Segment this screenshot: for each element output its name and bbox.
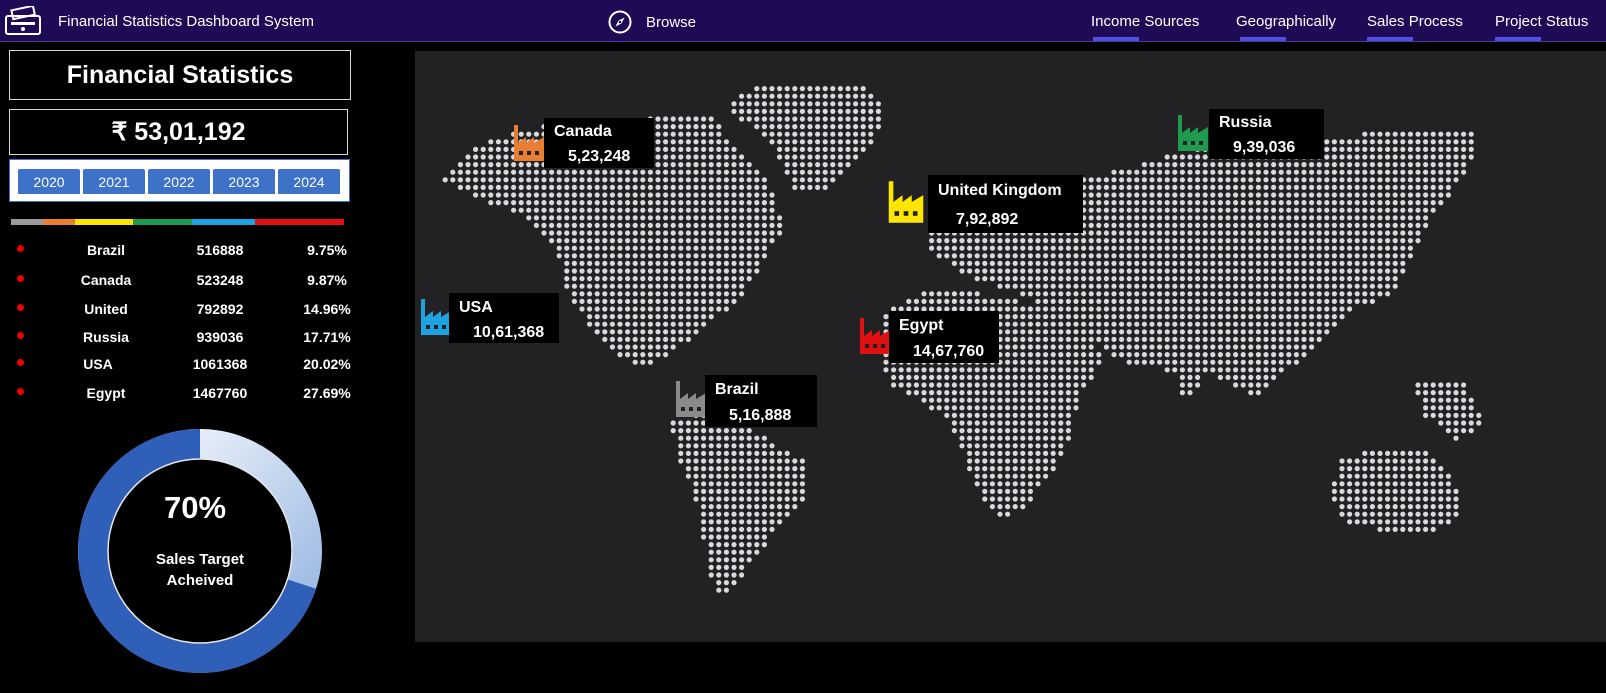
color-segment-green (133, 219, 192, 225)
year-filter: 2020 2021 2022 2023 2024 (9, 159, 350, 202)
country-name: Canada (80, 272, 132, 288)
bullet-dot (17, 245, 24, 252)
map-label-value: 5,16,888 (729, 407, 792, 424)
map-label-name: Canada (554, 123, 612, 140)
country-value: 523248 (196, 272, 244, 288)
country-row: Brazil 516888 9.75% (0, 242, 360, 262)
factory-shape (1178, 115, 1208, 151)
factory-icon-brazil (676, 381, 706, 417)
country-percent: 17.71% (303, 329, 351, 345)
color-legend-bar (11, 219, 344, 225)
country-row: Canada 523248 9.87% (0, 272, 360, 292)
nav-project-status[interactable]: Project Status (1495, 13, 1588, 30)
country-value: 1467760 (192, 385, 248, 401)
total-amount: ₹ 53,01,192 (9, 109, 348, 155)
map-label-value: 9,39,036 (1233, 139, 1296, 156)
factory-icon-canada (514, 125, 544, 161)
map-label-value: 10,61,368 (473, 324, 545, 341)
sales-target-label-line2: Acheived (166, 572, 234, 589)
country-name: Brazil (86, 242, 126, 258)
bullet-dot (17, 275, 24, 282)
bullet-dot (17, 359, 24, 366)
map-label-value: 14,67,760 (913, 343, 985, 360)
map-label-usa: USA 10,61,368 (449, 293, 559, 343)
factory-shape (676, 381, 706, 417)
nav-geographically-underline (1240, 37, 1286, 41)
sales-target-percent: 70% (163, 490, 227, 525)
factory-shape (421, 299, 451, 335)
factory-icon-united-kingdom (888, 181, 924, 223)
country-percent: 9.87% (307, 272, 347, 288)
map-label-value: 7,92,892 (956, 211, 1019, 228)
map-label-name: Russia (1219, 114, 1272, 131)
bullet-dot (17, 388, 24, 395)
year-button-2021[interactable]: 2021 (83, 169, 145, 194)
color-segment-blue (191, 219, 255, 225)
year-button-2024[interactable]: 2024 (278, 169, 340, 194)
nav-geographically[interactable]: Geographically (1236, 13, 1336, 30)
nav-sales-process[interactable]: Sales Process (1367, 13, 1463, 30)
factory-shape (514, 125, 544, 161)
country-percent: 14.96% (303, 301, 351, 317)
country-value: 516888 (196, 242, 244, 258)
country-value: 792892 (196, 301, 244, 317)
year-button-2020[interactable]: 2020 (18, 169, 80, 194)
factory-shape (888, 181, 924, 223)
bullet-dot (17, 304, 24, 311)
factory-icon-russia (1178, 115, 1208, 151)
country-name: Russia (83, 329, 129, 345)
map-label-value: 5,23,248 (568, 148, 631, 165)
color-segment-red (254, 219, 344, 225)
country-percent: 9.75% (307, 242, 347, 258)
app-title: Financial Statistics Dashboard System (58, 13, 314, 30)
country-value: 939036 (196, 329, 244, 345)
map-label-name: United Kingdom (938, 182, 1062, 199)
map-label-name: USA (459, 299, 493, 316)
nav-income-sources-underline (1093, 37, 1139, 41)
nav-project-status-underline (1495, 37, 1541, 41)
dashboard-title: Financial Statistics (9, 50, 351, 100)
country-row: United 792892 14.96% (0, 301, 360, 321)
map-label-canada: Canada 5,23,248 (544, 118, 654, 168)
world-map-panel: Canada 5,23,248 Russia 9,39,036 United K… (415, 51, 1606, 642)
country-row: Egypt 1467760 27.69% (0, 385, 360, 405)
color-segment-gray (11, 219, 44, 225)
browse-button[interactable]: Browse (608, 10, 696, 34)
browse-label: Browse (646, 13, 697, 31)
map-label-russia: Russia 9,39,036 (1209, 109, 1324, 159)
bullet-dot (17, 332, 24, 339)
nav-sales-process-underline (1367, 37, 1413, 41)
map-label-name: Brazil (715, 381, 759, 398)
map-label-name: Egypt (899, 317, 944, 334)
country-row: USA 1061368 20.02% (0, 356, 360, 376)
country-name: United (84, 301, 128, 317)
country-name: USA (83, 356, 113, 372)
nav-income-sources[interactable]: Income Sources (1091, 13, 1199, 30)
factory-icon-egypt (860, 318, 890, 354)
color-segment-orange (43, 219, 76, 225)
year-button-2022[interactable]: 2022 (148, 169, 210, 194)
country-row: Russia 939036 17.71% (0, 329, 360, 349)
country-name: Egypt (86, 385, 126, 401)
map-label-united-kingdom: United Kingdom 7,92,892 (928, 175, 1083, 233)
compass-icon (608, 10, 632, 34)
country-percent: 20.02% (303, 356, 351, 372)
country-value: 1061368 (192, 356, 248, 372)
map-label-brazil: Brazil 5,16,888 (705, 375, 817, 427)
color-segment-yellow (75, 219, 134, 225)
cash-register-icon (5, 6, 41, 35)
sales-target-label: Sales Target Acheived (140, 549, 260, 591)
factory-shape (860, 318, 890, 354)
country-percent: 27.69% (303, 385, 351, 401)
top-navigation-bar: Financial Statistics Dashboard System Br… (0, 0, 1606, 42)
sales-target-label-line1: Sales Target (155, 551, 245, 568)
factory-icon-usa (421, 299, 451, 335)
year-button-2023[interactable]: 2023 (213, 169, 275, 194)
map-label-egypt: Egypt 14,67,760 (889, 311, 999, 363)
